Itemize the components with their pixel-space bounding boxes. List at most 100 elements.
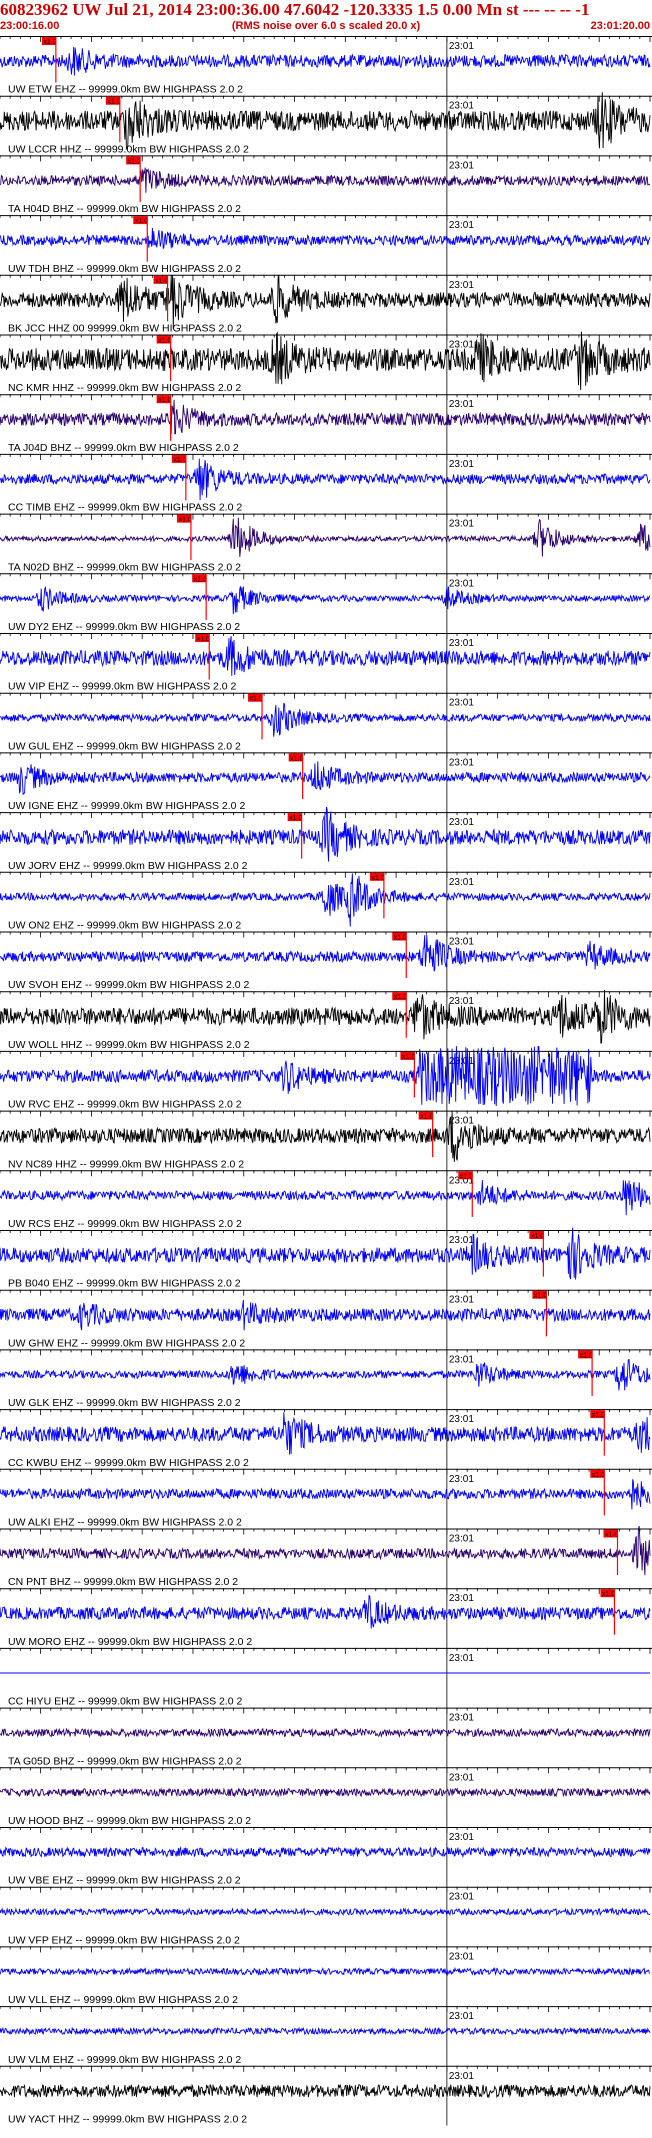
minute-label: 23:01 [449, 1951, 474, 1962]
trace-label: UW VLL EHZ -- 99999.0km BW HIGHPASS 2.0 … [8, 1994, 238, 2006]
pick-marker-label: x1.0 [158, 397, 171, 404]
minute-label: 23:01 [449, 220, 474, 231]
waveform-trace [0, 702, 651, 737]
pick-marker-label: x1.0 [289, 815, 302, 822]
pick-marker-label: x1.0 [580, 1352, 593, 1359]
waveform-trace [0, 517, 651, 557]
waveform-trace [0, 1299, 651, 1331]
minute-label: 23:01 [449, 459, 474, 470]
trace-label: UW ON2 EHZ -- 99999.0km BW HIGHPASS 2.0 … [8, 920, 241, 932]
minute-label: 23:01 [449, 1593, 474, 1604]
trace-label: UW YACT HHZ -- 99999.0km BW HIGHPASS 2.0… [8, 2114, 247, 2126]
minute-label: 23:01 [449, 578, 474, 589]
pick-marker-label: x1.0 [158, 338, 171, 345]
pick-marker-label: x1.0 [43, 39, 56, 46]
trace-label: UW RCS EHZ -- 99999.0km BW HIGHPASS 2.0 … [8, 1218, 242, 1230]
trace-label: UW ALKI EHZ -- 99999.0km BW HIGHPASS 2.0… [8, 1517, 242, 1529]
pick-marker-label: x1.0 [107, 99, 120, 106]
trace-label: UW TDH BHZ -- 99999.0km BW HIGHPASS 2.0 … [8, 263, 241, 275]
pick-marker-label: x1.0 [420, 1114, 433, 1121]
trace-label: UW VLM EHZ -- 99999.0km BW HIGHPASS 2.0 … [8, 2054, 241, 2066]
trace-label: UW GHW EHZ -- 99999.0km BW HIGHPASS 2.0 … [8, 1337, 245, 1349]
trace-label: TA N02D BHZ -- 99999.0km BW HIGHPASS 2.0… [8, 561, 241, 573]
pick-marker-label: x1.0 [155, 278, 168, 285]
minute-label: 23:01 [449, 1772, 474, 1783]
waveform-trace [0, 1525, 651, 1576]
seismogram-plot: 23:01 x1.0 UW ETW EHZ -- 99999.0km BW HIGH… [0, 36, 652, 2126]
waveform-trace [0, 227, 651, 250]
minute-label: 23:01 [449, 1534, 474, 1545]
waveform-trace [0, 1907, 651, 1917]
trace-label: PB B040 EHZ -- 99999.0km BW HIGHPASS 2.0… [8, 1278, 241, 1290]
pick-marker-label: x1.0 [531, 1233, 544, 1240]
trace-label: UW ETW EHZ -- 99999.0km BW HIGHPASS 2.0 … [8, 84, 243, 96]
pick-marker-label: x1.0 [250, 696, 263, 703]
waveform-trace [0, 806, 651, 862]
trace-label: UW LCCR HHZ -- 99999.0km BW HIGHPASS 2.0… [8, 143, 249, 155]
waveform-trace [0, 167, 651, 193]
trace-label: UW VBE EHZ -- 99999.0km BW HIGHPASS 2.0 … [8, 1875, 241, 1887]
waveform-trace [0, 1180, 651, 1216]
minute-label: 23:01 [449, 1474, 474, 1485]
pick-marker-label: x1.0 [128, 158, 141, 165]
trace-label: UW HOOD BHZ -- 99999.0km BW HIGHPASS 2.0… [8, 1815, 251, 1827]
pick-marker-label: x1.0 [197, 636, 210, 643]
trace-label: NV NC89 HHZ -- 99999.0km BW HIGHPASS 2.0… [8, 1158, 244, 1170]
minute-label: 23:01 [449, 698, 474, 709]
minute-label: 23:01 [449, 340, 474, 351]
minute-label: 23:01 [449, 2071, 474, 2082]
waveform-trace [0, 761, 651, 796]
pick-marker-label: x1.0 [371, 875, 384, 882]
trace-label: CC KWBU EHZ -- 99999.0km BW HIGHPASS 2.0… [8, 1457, 249, 1469]
waveform-trace [0, 1727, 651, 1739]
minute-label: 23:01 [449, 1354, 474, 1365]
minute-label: 23:01 [449, 2011, 474, 2022]
waveform-trace [0, 274, 651, 329]
waveform-trace [0, 586, 651, 615]
trace-label: UW MORO EHZ -- 99999.0km BW HIGHPASS 2.0… [8, 1636, 252, 1648]
trace-label: TA J04D BHZ -- 99999.0km BW HIGHPASS 2.0… [8, 442, 239, 454]
minute-label: 23:01 [449, 877, 474, 888]
pick-marker-label: x1.0 [135, 218, 148, 225]
pick-marker-label: x1.0 [605, 1532, 618, 1539]
waveform-trace [0, 1846, 651, 1859]
pick-marker-label: x1.0 [592, 1412, 605, 1419]
plot-header: 60823962 UW Jul 21, 2014 23:00:36.00 47.… [0, 0, 652, 36]
waveform-trace [0, 2026, 651, 2036]
event-title: 60823962 UW Jul 21, 2014 23:00:36.00 47.… [0, 0, 590, 19]
waveform-trace [0, 1412, 651, 1455]
pick-marker-label: x1.0 [178, 517, 191, 524]
trace-label: UW VIP EHZ -- 99999.0km BW HIGHPASS 2.0 … [8, 681, 237, 693]
waveform-trace [0, 1110, 651, 1162]
trace-label: UW JORV EHZ -- 99999.0km BW HIGHPASS 2.0… [8, 860, 248, 872]
trace-label: CC TIMB EHZ -- 99999.0km BW HIGHPASS 2.0… [8, 502, 242, 514]
pick-marker-label: x1.0 [173, 457, 186, 464]
minute-label: 23:01 [449, 1653, 474, 1664]
waveform-trace [0, 2083, 651, 2099]
minute-label: 23:01 [449, 1235, 474, 1246]
waveform-trace [0, 1594, 651, 1629]
trace-label: CC HIYU EHZ -- 99999.0km BW HIGHPASS 2.0… [8, 1696, 243, 1708]
rms-note: (RMS noise over 6.0 s scaled 20.0 x) [231, 20, 421, 32]
pick-marker-label: x1.0 [592, 1472, 605, 1479]
waveform-trace [0, 92, 651, 150]
waveform-trace [0, 46, 651, 76]
minute-label: 23:01 [449, 41, 474, 52]
pick-marker-label: x1.0 [460, 1173, 473, 1180]
trace-label: UW VFP EHZ -- 99999.0km BW HIGHPASS 2.0 … [8, 1934, 240, 1946]
time-end-label: 23:01:20.00 [590, 20, 650, 32]
waveform-trace [0, 399, 651, 435]
trace-label: UW GLK EHZ -- 99999.0km BW HIGHPASS 2.0 … [8, 1397, 241, 1409]
waveform-trace [0, 1359, 651, 1391]
minute-label: 23:01 [449, 937, 474, 948]
trace-label: TA H04D BHZ -- 99999.0km BW HIGHPASS 2.0… [8, 203, 241, 215]
minute-label: 23:01 [449, 101, 474, 112]
pick-marker-label: x1.0 [394, 994, 407, 1001]
pick-marker-label: x1.0 [290, 755, 303, 762]
trace-label: UW IGNE EHZ -- 99999.0km BW HIGHPASS 2.0… [8, 800, 245, 812]
waveform-trace [0, 1479, 651, 1510]
trace-label: UW WOLL HHZ -- 99999.0km BW HIGHPASS 2.0… [8, 1039, 250, 1051]
waveform-trace [0, 1966, 650, 1977]
minute-label: 23:01 [449, 638, 474, 649]
trace-label: TA G05D BHZ -- 99999.0km BW HIGHPASS 2.0… [8, 1755, 242, 1767]
